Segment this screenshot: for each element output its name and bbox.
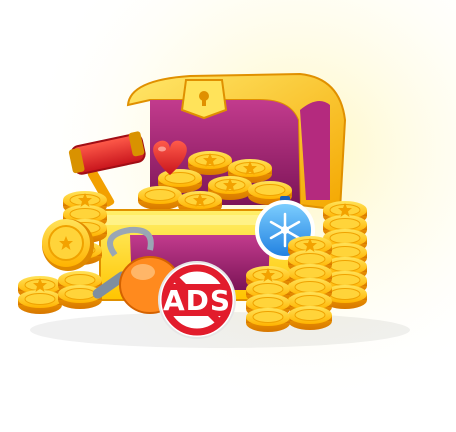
no-ads-icon: ADS xyxy=(158,261,236,339)
treasure-chest-reward-art: ADS xyxy=(0,0,456,432)
big-star-coin xyxy=(42,219,94,271)
no-ads-label: ADS xyxy=(163,284,231,317)
reward-illustration: ADS xyxy=(0,0,456,432)
